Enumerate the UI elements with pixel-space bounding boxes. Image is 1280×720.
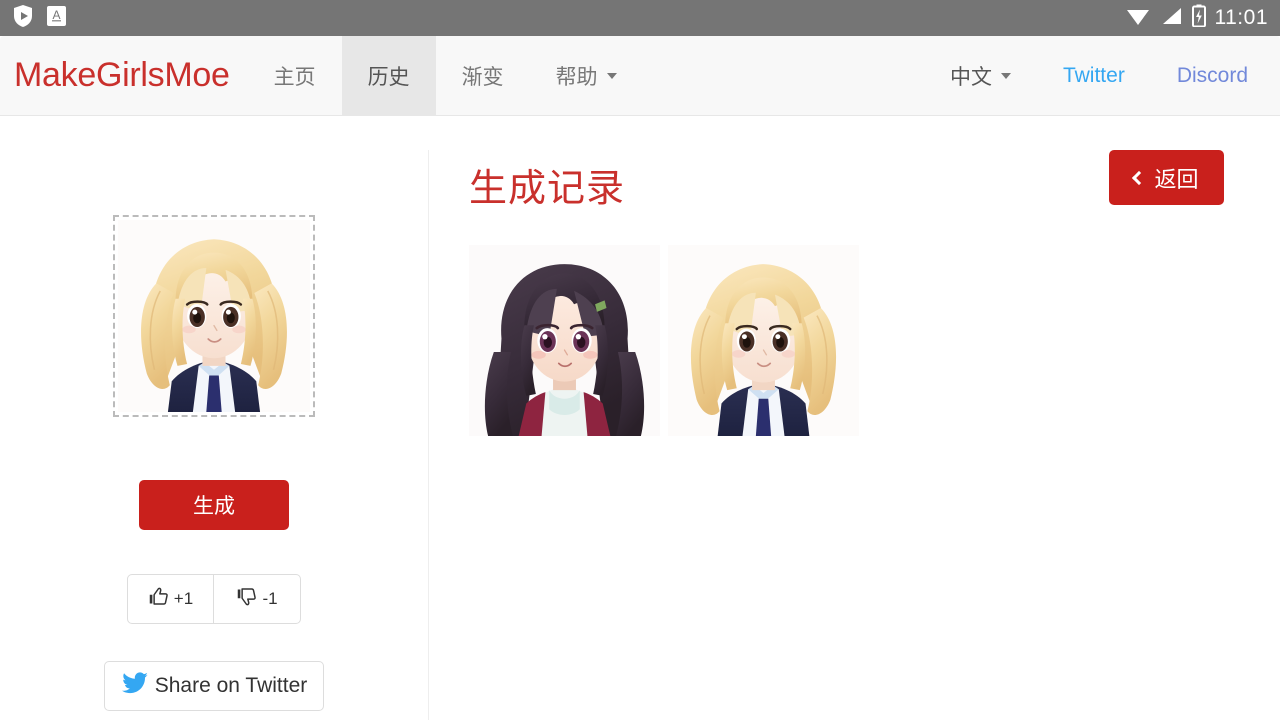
translate-app-icon: A bbox=[46, 5, 67, 32]
nav-item-help[interactable]: 帮助 bbox=[530, 36, 643, 115]
upvote-label: +1 bbox=[173, 589, 194, 608]
nav-item-twitter-label: Twitter bbox=[1062, 63, 1125, 87]
shield-play-icon bbox=[12, 4, 34, 33]
history-thumbnail-2[interactable] bbox=[668, 245, 859, 436]
android-status-bar: A 11:01 bbox=[0, 0, 1280, 36]
nav-item-home-label: 主页 bbox=[273, 65, 316, 89]
primary-nav-items: 主页 历史 渐变 帮助 bbox=[248, 36, 643, 115]
nav-item-history[interactable]: 历史 bbox=[341, 36, 436, 115]
history-panel: 生成记录 返回 bbox=[428, 117, 1280, 720]
nav-item-language[interactable]: 中文 bbox=[924, 36, 1037, 115]
thumbs-down-icon bbox=[236, 586, 257, 612]
downvote-button[interactable]: -1 bbox=[214, 574, 301, 624]
nav-item-history-label: 历史 bbox=[367, 65, 410, 89]
nav-item-twitter[interactable]: Twitter bbox=[1037, 36, 1151, 115]
history-thumbnail-1[interactable] bbox=[469, 245, 660, 436]
history-thumbnail-grid bbox=[469, 245, 859, 436]
chevron-left-icon bbox=[1132, 170, 1147, 185]
status-bar-notification-icons: A bbox=[12, 4, 67, 33]
chevron-down-icon bbox=[606, 72, 617, 79]
cellular-signal-icon bbox=[1160, 5, 1183, 32]
upvote-button[interactable]: +1 bbox=[127, 574, 214, 624]
generator-panel: 生成 +1 -1 Share on Twitter bbox=[0, 117, 428, 720]
thumbs-up-icon bbox=[148, 586, 169, 612]
nav-item-gradient-label: 渐变 bbox=[461, 65, 504, 89]
status-bar-clock: 11:01 bbox=[1214, 6, 1268, 29]
secondary-nav-items: 中文 Twitter Discord bbox=[924, 36, 1280, 115]
nav-item-language-label: 中文 bbox=[949, 65, 992, 89]
status-bar-system-icons: 11:01 bbox=[1125, 4, 1269, 32]
back-button-label: 返回 bbox=[1154, 166, 1199, 192]
nav-item-gradient[interactable]: 渐变 bbox=[436, 36, 530, 115]
downvote-label: -1 bbox=[262, 589, 278, 608]
share-on-twitter-label: Share on Twitter bbox=[154, 674, 308, 697]
page-content: 生成 +1 -1 Share on Twitter 生成记录 返回 bbox=[0, 117, 1280, 720]
preview-frame bbox=[113, 215, 315, 417]
share-on-twitter-button[interactable]: Share on Twitter bbox=[103, 661, 325, 711]
generated-avatar-image[interactable] bbox=[118, 220, 310, 412]
page-title: 生成记录 bbox=[469, 168, 626, 210]
nav-item-home[interactable]: 主页 bbox=[248, 36, 342, 115]
twitter-bird-icon bbox=[121, 670, 151, 702]
history-header: 生成记录 返回 bbox=[469, 150, 1239, 210]
vote-button-group: +1 -1 bbox=[127, 574, 301, 624]
svg-text:A: A bbox=[52, 8, 60, 22]
nav-item-help-label: 帮助 bbox=[555, 65, 598, 89]
nav-item-discord-label: Discord bbox=[1176, 63, 1248, 87]
back-button[interactable]: 返回 bbox=[1109, 150, 1224, 205]
brand-logo[interactable]: MakeGirlsMoe bbox=[0, 36, 248, 115]
wifi-icon bbox=[1125, 5, 1151, 32]
battery-charging-icon bbox=[1191, 4, 1206, 32]
chevron-down-icon bbox=[1000, 72, 1011, 79]
generate-button[interactable]: 生成 bbox=[139, 480, 289, 530]
nav-item-discord[interactable]: Discord bbox=[1151, 36, 1280, 115]
main-navbar: MakeGirlsMoe 主页 历史 渐变 帮助 中文 Twitter Disc… bbox=[0, 36, 1280, 116]
